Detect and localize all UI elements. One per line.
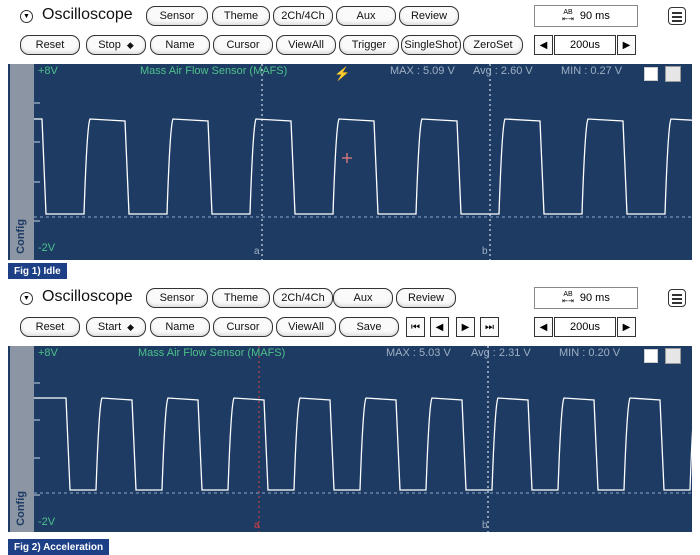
max-readout: MAX : 5.09 V xyxy=(390,65,455,77)
viewall-button[interactable]: ViewAll xyxy=(276,35,336,55)
start-button[interactable]: Start ◆ xyxy=(86,317,146,337)
scale-increase-button[interactable]: ▶ xyxy=(617,35,636,55)
control-toolbar: Reset Start ◆ Name Cursor ViewAll Save ⏮ … xyxy=(8,315,692,341)
config-side-tab[interactable]: Config xyxy=(10,64,34,260)
cursor-button[interactable]: Cursor xyxy=(213,317,273,337)
sensor-button[interactable]: Sensor xyxy=(146,6,208,26)
checkbox-toggle[interactable] xyxy=(644,67,658,81)
aux-button[interactable]: Aux xyxy=(336,6,396,26)
singleshot-button[interactable]: SingleShot xyxy=(401,35,461,55)
next-frame-button[interactable]: ▶ xyxy=(456,317,475,337)
timebase-display[interactable]: AB ⇤⇥ 90 ms xyxy=(534,5,638,27)
scope-display[interactable]: Config +8V -2V Mass Air Flow Sensor (MAF… xyxy=(8,346,692,532)
hamburger-menu-icon[interactable] xyxy=(668,7,686,25)
scope-display[interactable]: Config +8V -2V Mass Air Flow Sensor (MAF… xyxy=(8,64,692,260)
checkbox-toggle[interactable] xyxy=(644,349,658,363)
voltage-min-label: -2V xyxy=(38,242,56,254)
window-toggle-button[interactable] xyxy=(665,348,681,364)
stop-button[interactable]: Stop ◆ xyxy=(86,35,146,55)
waveform-plot xyxy=(34,346,692,532)
timebase-display[interactable]: AB ⇤⇥ 90 ms xyxy=(534,287,638,309)
min-readout: MIN : 0.27 V xyxy=(561,65,623,77)
start-label: Start xyxy=(97,321,122,333)
menu-dropdown-icon[interactable]: ▼ xyxy=(20,10,33,23)
avg-readout: Avg : 2.31 V xyxy=(471,347,531,359)
sensor-name-label: Mass Air Flow Sensor (MAFS) xyxy=(138,347,286,359)
timebase-value: 90 ms xyxy=(579,10,610,22)
config-side-tab[interactable]: Config xyxy=(10,346,34,532)
review-button[interactable]: Review xyxy=(399,6,459,26)
cursor-a-label: a xyxy=(254,246,260,257)
channel-toggle-button[interactable]: 2Ch/4Ch xyxy=(273,288,333,308)
zeroset-button[interactable]: ZeroSet xyxy=(463,35,523,55)
voltage-max-label: +8V xyxy=(38,347,58,359)
figure-caption: Fig 1) Idle xyxy=(8,263,67,279)
name-button[interactable]: Name xyxy=(150,317,210,337)
control-toolbar: Reset Stop ◆ Name Cursor ViewAll Trigger … xyxy=(8,33,692,59)
theme-button[interactable]: Theme xyxy=(212,6,270,26)
min-readout: MIN : 0.20 V xyxy=(559,347,621,359)
scale-decrease-button[interactable]: ◀ xyxy=(534,317,553,337)
figure-caption: Fig 2) Acceleration xyxy=(8,539,110,555)
window-toggle-button[interactable] xyxy=(665,66,681,82)
max-readout: MAX : 5.03 V xyxy=(386,347,451,359)
waveform-plot xyxy=(34,64,692,260)
app-title: Oscilloscope xyxy=(42,288,133,305)
updown-icon: ◆ xyxy=(126,39,134,50)
updown-icon: ◆ xyxy=(127,321,135,332)
scale-decrease-button[interactable]: ◀ xyxy=(534,35,553,55)
scale-value[interactable]: 200us xyxy=(554,317,616,337)
review-button[interactable]: Review xyxy=(396,288,456,308)
ab-arrows-icon: AB ⇤⇥ xyxy=(562,291,574,305)
ab-arrows-icon: AB ⇤⇥ xyxy=(562,9,574,23)
menu-dropdown-icon[interactable]: ▼ xyxy=(20,292,33,305)
timebase-value: 90 ms xyxy=(579,292,610,304)
hamburger-menu-icon[interactable] xyxy=(668,289,686,307)
top-toolbar: ▼ Oscilloscope Sensor Theme 2Ch/4Ch Aux … xyxy=(8,4,692,30)
save-button[interactable]: Save xyxy=(339,317,399,337)
signal-trace xyxy=(34,118,692,215)
scale-value[interactable]: 200us xyxy=(554,35,616,55)
cursor-b-label: b xyxy=(482,520,488,531)
reset-button[interactable]: Reset xyxy=(20,317,80,337)
name-button[interactable]: Name xyxy=(150,35,210,55)
prev-frame-button[interactable]: ◀ xyxy=(430,317,449,337)
avg-readout: Avg : 2.60 V xyxy=(473,65,533,77)
signal-trace xyxy=(34,397,692,491)
scale-increase-button[interactable]: ▶ xyxy=(617,317,636,337)
aux-button[interactable]: Aux xyxy=(333,288,393,308)
theme-button[interactable]: Theme xyxy=(212,288,270,308)
trigger-marker-icon[interactable]: ⚡ xyxy=(334,66,350,82)
cursor-button[interactable]: Cursor xyxy=(213,35,273,55)
reset-button[interactable]: Reset xyxy=(20,35,80,55)
skip-first-button[interactable]: ⏮ xyxy=(406,317,425,337)
cursor-b-label: b xyxy=(482,246,488,257)
stop-label: Stop xyxy=(98,39,121,51)
voltage-min-label: -2V xyxy=(38,516,56,528)
channel-toggle-button[interactable]: 2Ch/4Ch xyxy=(273,6,333,26)
voltage-max-label: +8V xyxy=(38,65,58,77)
sensor-button[interactable]: Sensor xyxy=(146,288,208,308)
top-toolbar: ▼ Oscilloscope Sensor Theme 2Ch/4Ch Aux … xyxy=(8,286,692,312)
sensor-name-label: Mass Air Flow Sensor (MAFS) xyxy=(140,65,288,77)
app-title: Oscilloscope xyxy=(42,6,133,23)
viewall-button[interactable]: ViewAll xyxy=(276,317,336,337)
trigger-button[interactable]: Trigger xyxy=(339,35,399,55)
skip-last-button[interactable]: ⏭ xyxy=(480,317,499,337)
cursor-a-label: a xyxy=(254,520,260,531)
